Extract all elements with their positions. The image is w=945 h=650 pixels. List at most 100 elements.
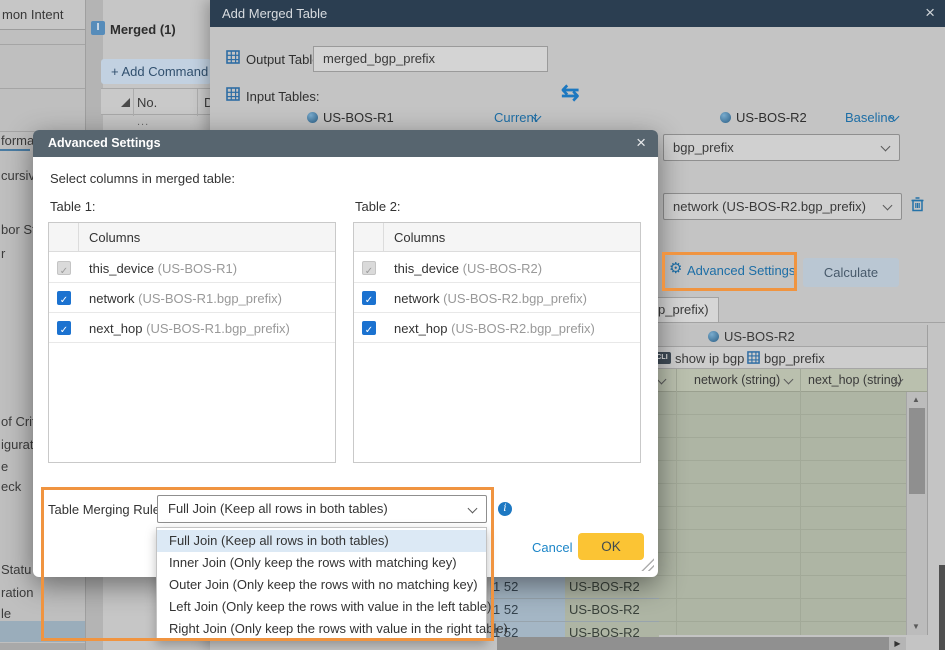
merged-panel-title: Merged (1) [110, 22, 176, 37]
output-table-input[interactable]: merged_bgp_prefix [313, 46, 548, 72]
output-table-label: Output Table: [246, 52, 323, 67]
cell: 1 52 [490, 599, 565, 621]
divider [197, 89, 198, 116]
trash-icon[interactable] [910, 196, 925, 215]
background-item[interactable]: r [1, 246, 5, 261]
column-source: (US-BOS-R2) [463, 261, 542, 276]
dialog-subtitle: Select columns in merged table: [50, 171, 235, 186]
scrollbar-thumb[interactable] [909, 408, 925, 494]
columns-header: Columns [49, 223, 335, 252]
table-select[interactable]: bgp_prefix [663, 134, 900, 161]
preview-source-row: CLI show ip bgp bgp_prefix [650, 347, 927, 369]
background-tab[interactable]: mon Intent [0, 0, 85, 30]
column-source: (US-BOS-R2.bgp_prefix) [443, 291, 587, 306]
column-source: (US-BOS-R2.bgp_prefix) [451, 321, 595, 336]
device1-name: US-BOS-R1 [323, 110, 394, 125]
column-source: (US-BOS-R1.bgp_prefix) [138, 291, 282, 306]
checkbox-checked[interactable]: ✓ [362, 321, 376, 335]
sort-triangle-icon[interactable] [121, 98, 130, 107]
column-header[interactable]: next_hop (string) [808, 373, 902, 387]
device-icon [708, 331, 719, 342]
active-tab-underline [0, 149, 30, 151]
scroll-right-icon[interactable]: ▶ [889, 637, 906, 650]
table-icon [226, 87, 240, 101]
column-name: this_device [89, 261, 158, 276]
device1-mode-dropdown[interactable]: Current [494, 110, 537, 125]
checkbox-checked[interactable]: ✓ [362, 291, 376, 305]
device-icon [307, 112, 318, 123]
table-row[interactable]: 1 52 US-BOS-R2 [490, 576, 659, 599]
dialog-title: Advanced Settings [48, 136, 161, 150]
checkbox-disabled: ✓ [362, 261, 376, 275]
columns-header: Columns [354, 223, 640, 252]
cli-command: show ip bgp [675, 351, 744, 366]
background-tab-label: mon Intent [2, 7, 63, 22]
background-item[interactable]: eck [1, 479, 21, 494]
table-icon [226, 50, 240, 64]
add-command-button[interactable]: + Add Command [101, 59, 211, 84]
input-tables-label: Input Tables: [246, 89, 319, 104]
preview-table-body [650, 392, 906, 635]
background-item[interactable]: ration [1, 585, 34, 600]
vertical-scrollbar[interactable]: ▲ ▼ [906, 392, 927, 635]
preview-table: US-BOS-R2 CLI show ip bgp bgp_prefix net… [650, 325, 928, 635]
intent-icon: I [91, 21, 105, 35]
calculate-button[interactable]: Calculate [803, 258, 899, 287]
background-item[interactable]: of Crit [1, 414, 36, 429]
table-icon [747, 351, 760, 367]
chevron-down-icon[interactable] [784, 375, 794, 385]
add-merged-table-header: Add Merged Table × [210, 0, 945, 27]
background-item[interactable]: forma [1, 133, 34, 148]
column-name: next_hop [89, 321, 146, 336]
checkbox-column [354, 223, 384, 252]
column-name: network [89, 291, 138, 306]
preview-device-header: US-BOS-R2 [650, 325, 927, 347]
column-row: ✓ this_device (US-BOS-R2) [354, 253, 640, 283]
column-source: (US-BOS-R1) [158, 261, 237, 276]
horizontal-scrollbar[interactable]: ▶ [497, 637, 906, 650]
background-item[interactable]: le [1, 606, 11, 621]
window-edge [939, 565, 945, 650]
column-header-no[interactable]: No. [137, 95, 157, 110]
divider [0, 88, 85, 89]
column-row: ✓ this_device (US-BOS-R1) [49, 253, 335, 283]
table-row[interactable]: 1 52 US-BOS-R2 [490, 622, 659, 637]
table1-label: Table 1: [50, 199, 96, 214]
divider [133, 89, 134, 116]
scroll-up-icon[interactable]: ▲ [912, 395, 920, 404]
checkbox-checked[interactable]: ✓ [57, 291, 71, 305]
scroll-down-icon[interactable]: ▼ [912, 622, 920, 631]
close-icon[interactable]: × [925, 2, 935, 24]
info-icon[interactable]: i [498, 502, 512, 516]
device2-name: US-BOS-R2 [736, 110, 807, 125]
column-row: ✓ network (US-BOS-R2.bgp_prefix) [354, 283, 640, 313]
checkbox-column [49, 223, 79, 252]
chevron-down-icon[interactable] [657, 375, 667, 385]
background-row [0, 643, 85, 650]
table-row[interactable]: 1 52 US-BOS-R2 [490, 599, 659, 622]
cancel-button[interactable]: Cancel [532, 540, 572, 555]
column-row: ✓ next_hop (US-BOS-R2.bgp_prefix) [354, 313, 640, 343]
table2-label: Table 2: [355, 199, 401, 214]
preview-column-headers: network (string) next_hop (string) [650, 369, 927, 392]
device-icon [720, 112, 731, 123]
advanced-settings-header[interactable]: Advanced Settings × [33, 130, 658, 157]
background-item[interactable]: e [1, 459, 8, 474]
device2-mode-dropdown[interactable]: Baseline [845, 110, 895, 125]
cell: US-BOS-R2 [565, 599, 659, 621]
cell: US-BOS-R2 [565, 622, 659, 637]
background-table-rows: 1 52 US-BOS-R2 1 52 US-BOS-R2 1 52 US-BO… [490, 576, 659, 637]
close-icon[interactable]: × [636, 132, 646, 154]
divider [676, 369, 677, 635]
ok-button[interactable]: OK [578, 533, 644, 560]
key-column-select[interactable]: network (US-BOS-R2.bgp_prefix) [663, 193, 902, 220]
dialog-title: Add Merged Table [222, 6, 327, 21]
column-header[interactable]: network (string) [694, 373, 780, 387]
row-ellipsis: ... [137, 116, 149, 128]
checkbox-checked[interactable]: ✓ [57, 321, 71, 335]
background-item[interactable]: Statu [1, 562, 31, 577]
preview-device-name: US-BOS-R2 [724, 329, 795, 344]
swap-tables-icon[interactable]: ⇆ [561, 80, 579, 106]
column-row: ✓ network (US-BOS-R1.bgp_prefix) [49, 283, 335, 313]
resize-grip[interactable] [641, 558, 654, 571]
